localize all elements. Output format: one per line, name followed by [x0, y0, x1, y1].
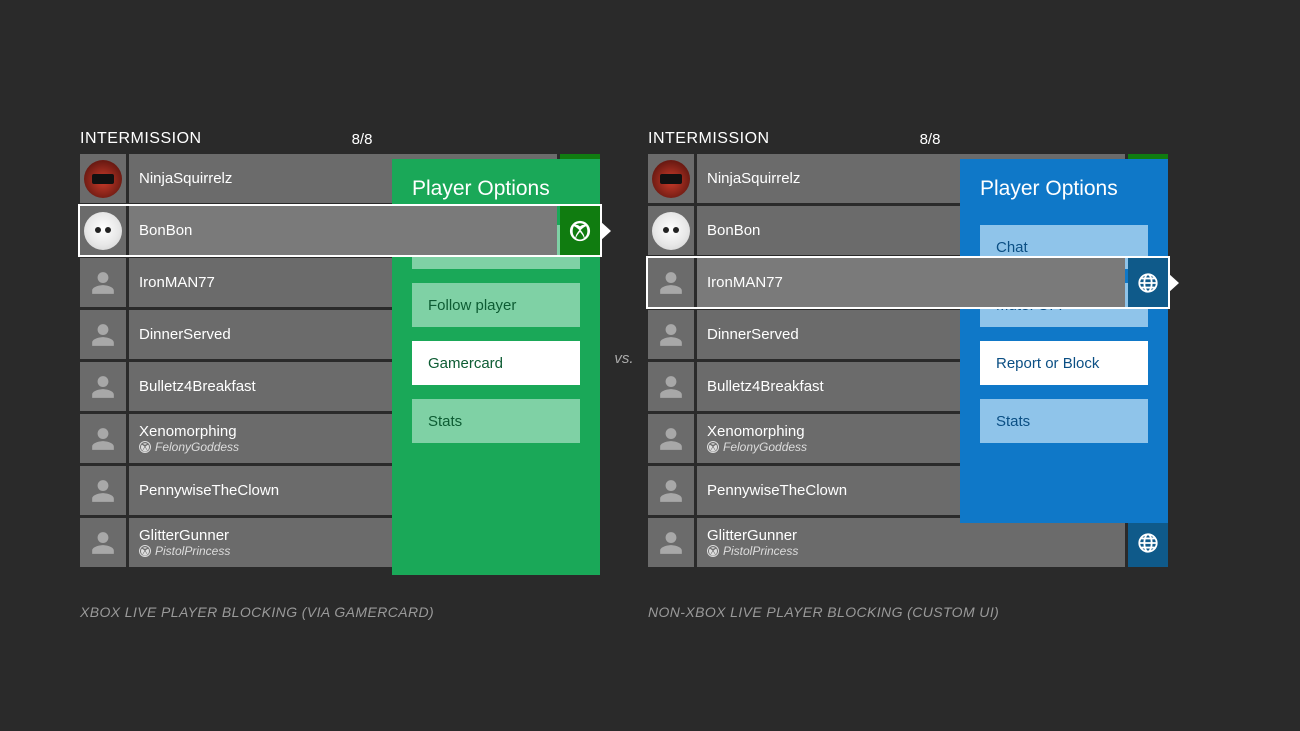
avatar-cell: [648, 518, 694, 567]
panel-caption: XBOX LIVE PLAYER BLOCKING (VIA GAMERCARD…: [80, 604, 434, 620]
avatar-cell: [80, 414, 126, 463]
person-icon: [90, 322, 116, 348]
player-name: IronMAN77: [707, 274, 1115, 291]
player-row[interactable]: IronMAN77: [648, 258, 1168, 307]
avatar-cell: [648, 414, 694, 463]
avatar: [84, 160, 122, 198]
xbox-icon: [707, 545, 719, 557]
panel-xbox-live: INTERMISSION 8/8 NinjaSquirrelzBonBonIro…: [80, 130, 600, 567]
person-icon: [658, 374, 684, 400]
xbox-icon: [139, 441, 151, 453]
person-icon: [90, 374, 116, 400]
xbox-icon: [569, 220, 591, 242]
avatar: [652, 160, 690, 198]
avatar-cell: [648, 258, 694, 307]
person-icon: [90, 478, 116, 504]
header-title: INTERMISSION: [80, 130, 342, 148]
person-icon: [658, 270, 684, 296]
globe-icon: [1137, 532, 1159, 554]
selection-pointer-icon: [600, 221, 611, 241]
flyout-title: Player Options: [980, 177, 1148, 201]
person-icon: [90, 270, 116, 296]
person-icon: [658, 478, 684, 504]
avatar-cell: [80, 258, 126, 307]
player-name-cell: BonBon: [129, 206, 557, 255]
roster-header: INTERMISSION 8/8: [648, 130, 1168, 154]
option-button[interactable]: Report or Block: [980, 341, 1148, 385]
globe-icon: [1137, 272, 1159, 294]
person-icon: [90, 530, 116, 556]
flyout-title: Player Options: [412, 177, 580, 201]
network-badge-globe: [1128, 258, 1168, 307]
panel-caption: NON-XBOX LIVE PLAYER BLOCKING (CUSTOM UI…: [648, 604, 999, 620]
roster-header: INTERMISSION 8/8: [80, 130, 600, 154]
option-button[interactable]: Stats: [980, 399, 1148, 443]
player-name-cell: GlitterGunnerPistolPrincess: [697, 518, 1125, 567]
avatar-cell: [80, 206, 126, 255]
vs-label: vs.: [600, 130, 648, 367]
avatar-cell: [80, 154, 126, 203]
person-icon: [658, 426, 684, 452]
avatar: [652, 212, 690, 250]
person-icon: [658, 530, 684, 556]
network-badge-globe: [1128, 518, 1168, 567]
avatar-cell: [648, 466, 694, 515]
avatar-cell: [80, 518, 126, 567]
player-name: BonBon: [139, 222, 547, 239]
person-icon: [658, 322, 684, 348]
avatar-cell: [648, 310, 694, 359]
header-count: 8/8: [342, 131, 382, 148]
xbox-icon: [139, 545, 151, 557]
avatar-cell: [648, 154, 694, 203]
option-list: ChatFollow playerGamercardStats: [412, 225, 580, 443]
person-icon: [90, 426, 116, 452]
player-options-flyout: Player Options ChatMute: OFFReport or Bl…: [960, 159, 1168, 523]
avatar-cell: [648, 362, 694, 411]
player-name-cell: IronMAN77: [697, 258, 1125, 307]
player-row[interactable]: BonBon: [80, 206, 600, 255]
player-row[interactable]: GlitterGunnerPistolPrincess: [648, 518, 1168, 567]
selection-pointer-icon: [1168, 273, 1179, 293]
avatar-cell: [80, 310, 126, 359]
option-button[interactable]: Follow player: [412, 283, 580, 327]
option-button[interactable]: Stats: [412, 399, 580, 443]
panel-non-xbox: INTERMISSION 8/8 NinjaSquirrelzBonBonIro…: [648, 130, 1168, 567]
header-title: INTERMISSION: [648, 130, 910, 148]
avatar-cell: [80, 466, 126, 515]
header-count: 8/8: [910, 131, 950, 148]
avatar-cell: [80, 362, 126, 411]
avatar-cell: [648, 206, 694, 255]
player-subtitle: PistolPrincess: [707, 544, 1115, 558]
network-badge-xbox: [560, 206, 600, 255]
player-name: GlitterGunner: [707, 527, 1115, 544]
option-button[interactable]: Gamercard: [412, 341, 580, 385]
avatar: [84, 212, 122, 250]
xbox-icon: [707, 441, 719, 453]
